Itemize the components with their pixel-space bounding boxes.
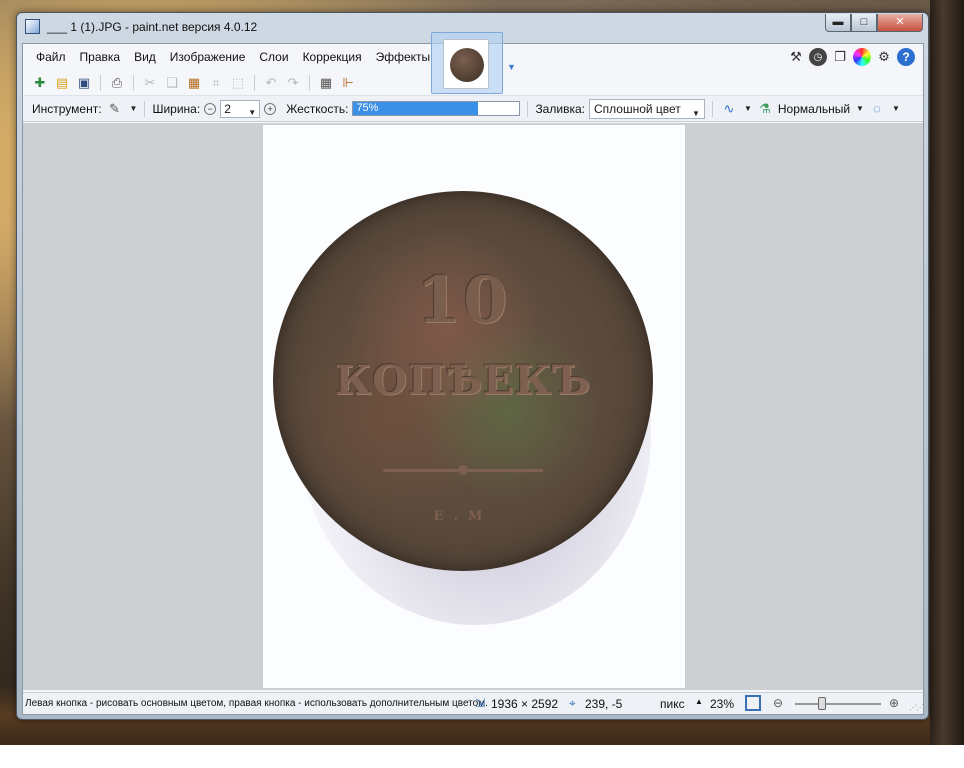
history-window-icon[interactable]: ◷ — [809, 48, 827, 66]
help-icon[interactable]: ? — [897, 48, 915, 66]
paintnet-window: ___ 1 (1).JPG - paint.net версия 4.0.12 … — [16, 12, 929, 720]
main-toolbar: ✚ ▤ ▣ ⎙ ✂ ❏ ▦ ⌗ ⬚ ↶ ↷ ▦ ⊩ — [23, 70, 923, 96]
antialiasing-icon[interactable]: ∿ — [720, 100, 738, 118]
fill-dropdown-icon[interactable]: ▼ — [692, 105, 700, 123]
desktop-wallpaper-edge — [930, 0, 964, 745]
menu-file[interactable]: Файл — [29, 44, 73, 70]
app-client-area: Файл Правка Вид Изображение Слои Коррекц… — [22, 32, 924, 715]
antialiasing-dropdown-icon[interactable]: ▼ — [744, 104, 752, 113]
resize-grip-icon[interactable]: ⋰⋰ — [909, 703, 924, 712]
menu-effects[interactable]: Эффекты — [369, 44, 438, 70]
coin-inscription: КОПѢЕКЪ — [334, 357, 592, 404]
zoom-out-icon[interactable]: ⊖ — [773, 696, 783, 710]
tools-window-icon[interactable]: ⚒ — [787, 48, 805, 66]
hardness-value: 75% — [356, 102, 379, 114]
fill-value: Сплошной цвет — [593, 101, 681, 116]
close-button[interactable]: ✕ — [877, 14, 923, 32]
undo-icon[interactable]: ↶ — [262, 74, 280, 92]
coin-ornament-dot — [458, 465, 468, 475]
toolbar-separator — [100, 74, 101, 91]
image-size: 1936 × 2592 — [491, 697, 559, 711]
menu-layers[interactable]: Слои — [252, 44, 295, 70]
coin-denomination: 10 — [416, 263, 510, 338]
deselect-icon[interactable]: ⬚ — [229, 74, 247, 92]
blend-mode-icon[interactable]: ⚗ — [756, 100, 774, 118]
canvas-workspace[interactable]: 10 КОПѢЕКЪ Е.М — [23, 123, 923, 690]
window-tool-icons: ⚒ ◷ ❐ ⚙ ? — [787, 48, 915, 66]
coin-mint-mark: Е.М — [433, 509, 493, 524]
ruler-icon[interactable]: ⊩ — [339, 74, 357, 92]
fill-select[interactable]: Сплошной цвет ▼ — [588, 98, 705, 119]
grid-icon[interactable]: ▦ — [317, 74, 335, 92]
window-title: ___ 1 (1).JPG - paint.net версия 4.0.12 — [47, 20, 258, 34]
hardness-slider[interactable]: 75% — [352, 101, 521, 116]
fill-label: Заливка: — [535, 101, 585, 116]
coin-image: 10 КОПѢЕКЪ Е.М — [273, 191, 653, 571]
layers-window-icon[interactable]: ❐ — [831, 48, 849, 66]
width-label: Ширина: — [152, 101, 201, 116]
cursor-position-icon: ⌖ — [569, 696, 576, 710]
width-input[interactable]: 2 ▼ — [220, 99, 261, 121]
menu-view[interactable]: Вид — [127, 44, 163, 70]
zoom-slider[interactable] — [795, 703, 881, 705]
selection-mode-dropdown-icon[interactable]: ▼ — [892, 104, 900, 113]
zoom-slider-thumb[interactable] — [818, 697, 826, 710]
zoom-in-icon[interactable]: ⊕ — [889, 696, 899, 710]
toolbar-separator — [144, 100, 146, 117]
selection-mode-icon[interactable]: ◌ — [868, 100, 886, 118]
cursor-position: 239, -5 — [585, 697, 623, 711]
image-size-icon: ⇲ — [475, 696, 486, 710]
maximize-button[interactable]: □ — [851, 14, 877, 32]
image-canvas[interactable]: 10 КОПѢЕКЪ Е.М — [263, 125, 685, 688]
tool-label: Инструмент: — [32, 101, 102, 116]
app-icon[interactable] — [25, 19, 40, 34]
menu-edit[interactable]: Правка — [73, 44, 128, 70]
toolbar-separator — [309, 74, 310, 91]
cut-icon[interactable]: ✂ — [141, 74, 159, 92]
copy-icon[interactable]: ❏ — [163, 74, 181, 92]
new-image-icon[interactable]: ✚ — [31, 74, 49, 92]
toolbar-separator — [133, 74, 134, 91]
settings-icon[interactable]: ⚙ — [875, 48, 893, 66]
colors-window-icon[interactable] — [853, 48, 871, 66]
width-value: 2 — [224, 101, 231, 116]
units-dropdown-icon[interactable]: ▲ — [695, 697, 703, 706]
menu-adjustments[interactable]: Коррекция — [296, 44, 369, 70]
menu-image[interactable]: Изображение — [163, 44, 253, 70]
tool-options-bar: Инструмент: ✎ ▼ Ширина: − 2 ▼ + Жесткость… — [23, 96, 923, 122]
width-decrease-icon[interactable]: − — [204, 102, 217, 115]
blend-mode-value[interactable]: Нормальный — [778, 102, 850, 116]
minimize-button[interactable]: ▬ — [825, 14, 851, 32]
print-icon[interactable]: ⎙ — [108, 74, 126, 92]
status-bar: Левая кнопка - рисовать основным цветом,… — [23, 692, 924, 714]
crop-icon[interactable]: ⌗ — [207, 74, 225, 92]
hardness-label: Жесткость: — [286, 101, 349, 116]
redo-icon[interactable]: ↷ — [284, 74, 302, 92]
open-icon[interactable]: ▤ — [53, 74, 71, 92]
tool-dropdown-icon[interactable]: ▼ — [130, 104, 138, 113]
units-select[interactable]: пикс — [660, 697, 685, 711]
zoom-to-window-icon[interactable] — [745, 695, 761, 711]
toolbar-separator — [527, 100, 529, 117]
status-hint: Левая кнопка - рисовать основным цветом,… — [25, 698, 488, 709]
menu-bar: Файл Правка Вид Изображение Слои Коррекц… — [23, 44, 430, 70]
save-icon[interactable]: ▣ — [75, 74, 93, 92]
paste-icon[interactable]: ▦ — [185, 74, 203, 92]
toolbar-separator — [254, 74, 255, 91]
paintbrush-icon[interactable]: ✎ — [106, 100, 124, 118]
toolbar-separator — [711, 100, 713, 117]
blend-mode-dropdown-icon[interactable]: ▼ — [856, 104, 864, 113]
zoom-level[interactable]: 23% — [710, 697, 734, 711]
width-dropdown-icon[interactable]: ▼ — [248, 105, 256, 121]
width-increase-icon[interactable]: + — [264, 102, 277, 115]
